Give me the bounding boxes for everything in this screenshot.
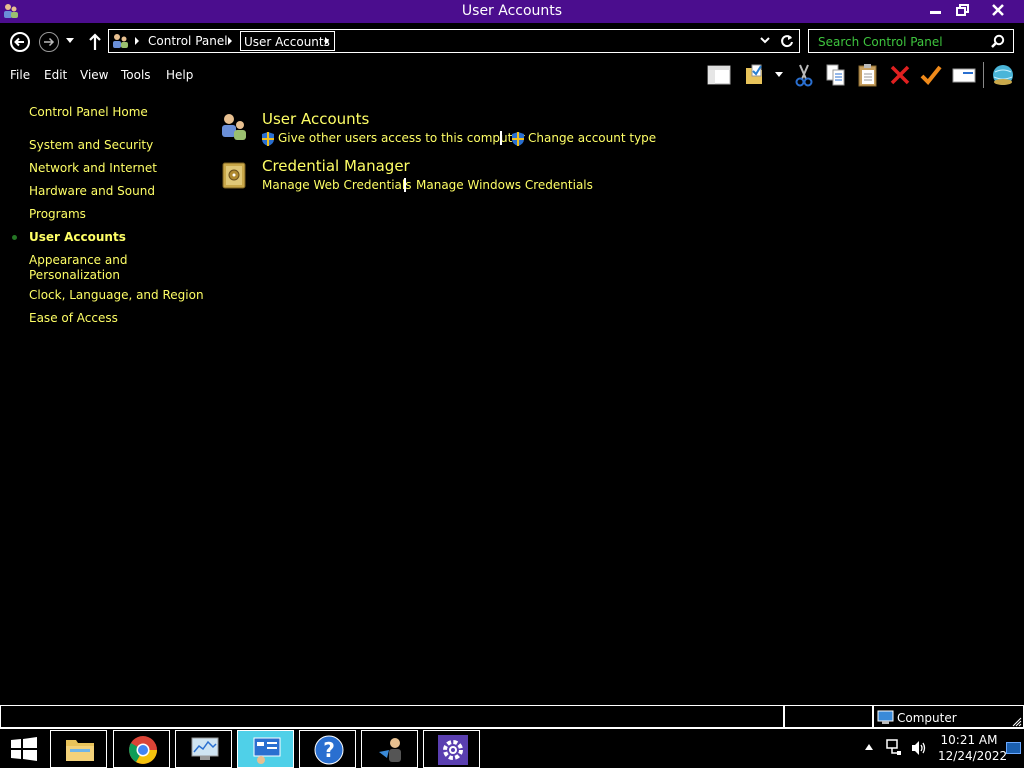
toolbar-divider: [983, 62, 984, 88]
status-cell: [784, 706, 873, 728]
email-icon[interactable]: [951, 62, 977, 88]
link-manage-windows-credentials[interactable]: Manage Windows Credentials: [416, 178, 593, 192]
cut-icon[interactable]: [791, 62, 817, 88]
status-location: Computer: [897, 711, 957, 725]
clock-time[interactable]: 10:21 AM: [938, 733, 1000, 747]
taskbar: ? 10:21 AM 12/24/2022: [0, 728, 1024, 768]
nav-control-panel-home[interactable]: Control Panel Home: [29, 105, 148, 120]
breadcrumb-separator-icon[interactable]: [228, 37, 232, 45]
delete-icon[interactable]: [887, 62, 913, 88]
recent-pages-dropdown[interactable]: [66, 38, 74, 43]
clock-date[interactable]: 12/24/2022: [938, 749, 1007, 763]
help-icon: ?: [314, 735, 344, 765]
taskbar-help[interactable]: ?: [299, 730, 356, 768]
computer-icon: [877, 710, 894, 724]
properties-icon[interactable]: [742, 62, 768, 88]
search-input[interactable]: Search Control Panel: [818, 35, 943, 49]
menu-tools[interactable]: Tools: [121, 68, 151, 82]
breadcrumb-separator-icon[interactable]: [135, 37, 139, 45]
windows-start-icon[interactable]: [10, 737, 38, 761]
taskbar-settings[interactable]: [423, 730, 480, 768]
user-accounts-category-icon[interactable]: [219, 111, 249, 143]
taskbar-performance-monitor[interactable]: [175, 730, 232, 768]
address-bar[interactable]: Control Panel User Accounts: [108, 29, 800, 53]
nav-network-and-internet[interactable]: Network and Internet: [29, 161, 157, 176]
link-divider: [500, 131, 502, 145]
uac-shield-icon: [262, 132, 274, 146]
undo-check-icon[interactable]: [918, 62, 944, 88]
up-arrow-icon[interactable]: [88, 32, 102, 52]
uac-shield-icon: [512, 132, 524, 146]
left-navigation: Control Panel Home System and Security N…: [0, 91, 205, 611]
breadcrumb-expand-icon[interactable]: [321, 31, 335, 51]
properties-dropdown-icon[interactable]: [775, 72, 783, 77]
nav-user-accounts[interactable]: User Accounts: [29, 230, 126, 245]
menu-help[interactable]: Help: [166, 68, 193, 82]
link-give-other-users-access[interactable]: Give other users access to this computer: [278, 131, 525, 145]
menu-bar: File Edit View Tools Help: [0, 59, 1024, 91]
monitor-chart-icon: [191, 737, 219, 760]
menu-file[interactable]: File: [10, 68, 30, 82]
search-box[interactable]: Search Control Panel: [808, 29, 1014, 53]
folder-icon: [66, 740, 94, 761]
navigation-bar: Control Panel User Accounts Search Contr…: [0, 23, 1024, 59]
search-icon[interactable]: [991, 34, 1005, 48]
link-change-account-type[interactable]: Change account type: [528, 131, 656, 145]
title-bar: User Accounts: [0, 0, 1024, 23]
chrome-icon: [129, 736, 157, 764]
taskbar-file-explorer[interactable]: [50, 730, 107, 768]
globe-icon[interactable]: [990, 62, 1016, 88]
taskbar-control-panel[interactable]: [237, 730, 294, 768]
credential-manager-icon[interactable]: [220, 159, 250, 191]
link-manage-web-credentials[interactable]: Manage Web Credentials: [262, 178, 411, 192]
restore-button[interactable]: [949, 0, 977, 20]
category-title-credential-manager[interactable]: Credential Manager: [262, 157, 410, 175]
nav-ease-of-access[interactable]: Ease of Access: [29, 311, 118, 326]
category-title-user-accounts[interactable]: User Accounts: [262, 110, 369, 128]
forward-button[interactable]: [39, 32, 59, 52]
chevron-down-icon[interactable]: [760, 35, 770, 45]
menu-edit[interactable]: Edit: [44, 68, 67, 82]
user-accounts-icon: [379, 738, 401, 762]
control-panel-icon: [113, 34, 128, 48]
refresh-icon[interactable]: [780, 34, 794, 48]
status-bar: Computer: [0, 705, 1024, 728]
taskbar-user-accounts[interactable]: [361, 730, 418, 768]
window-title: User Accounts: [461, 3, 563, 19]
main-content: User Accounts Give other users access to…: [210, 91, 1010, 611]
link-divider: [404, 178, 406, 192]
resize-grip-icon[interactable]: [1012, 717, 1022, 727]
nav-appearance-and-personalization[interactable]: Appearance and Personalization: [29, 253, 139, 283]
nav-clock-language-region[interactable]: Clock, Language, and Region: [29, 288, 204, 303]
current-page-bullet-icon: [12, 235, 17, 240]
control-panel-icon: [253, 737, 281, 764]
minimize-button[interactable]: [922, 0, 950, 20]
volume-icon[interactable]: [910, 739, 928, 757]
nav-system-and-security[interactable]: System and Security: [29, 138, 153, 153]
gear-icon: [438, 735, 468, 765]
network-icon[interactable]: [886, 739, 902, 757]
back-button[interactable]: [10, 32, 30, 52]
close-button[interactable]: [976, 0, 1020, 20]
show-hidden-icons-button[interactable]: [865, 744, 873, 750]
breadcrumb-control-panel[interactable]: Control Panel: [148, 34, 228, 48]
show-desktop-button[interactable]: [1006, 742, 1021, 754]
taskbar-chrome[interactable]: [113, 730, 170, 768]
layout-pane-icon[interactable]: [706, 62, 732, 88]
menu-view[interactable]: View: [80, 68, 108, 82]
copy-icon[interactable]: [823, 62, 849, 88]
svg-text:?: ?: [323, 738, 335, 762]
nav-hardware-and-sound[interactable]: Hardware and Sound: [29, 184, 155, 199]
paste-icon[interactable]: [855, 62, 881, 88]
nav-programs[interactable]: Programs: [29, 207, 86, 222]
status-cell: [0, 706, 784, 728]
